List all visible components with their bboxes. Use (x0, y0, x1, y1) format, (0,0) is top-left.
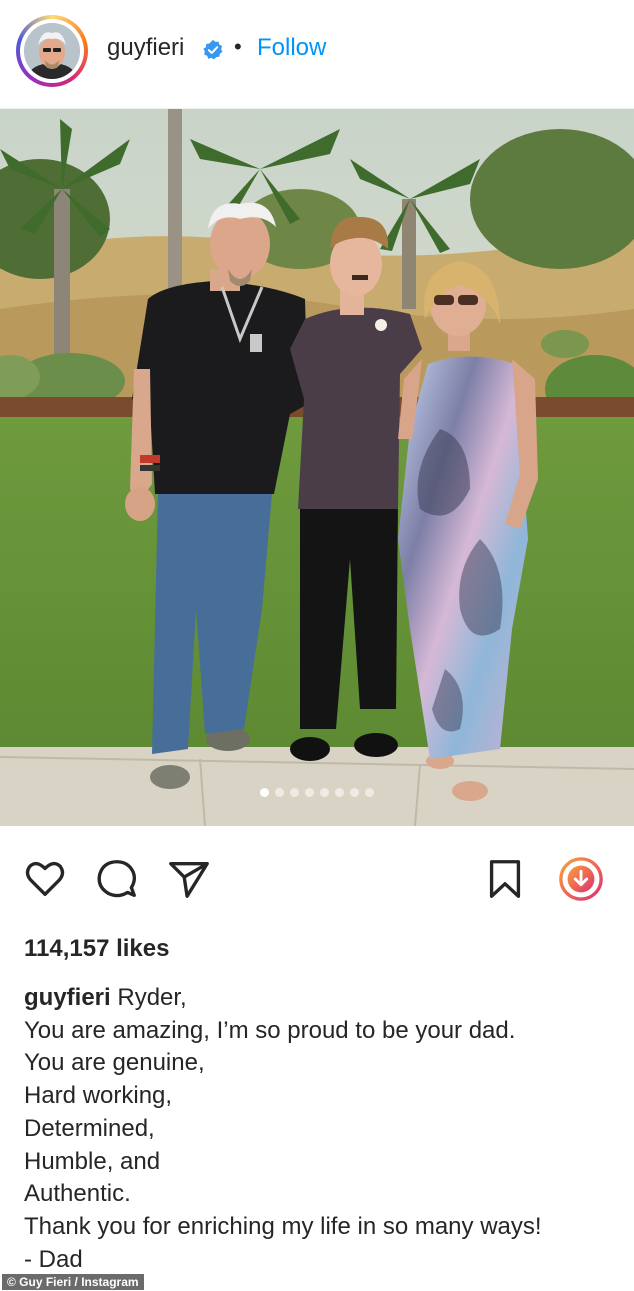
likes-count[interactable]: 114,157 likes (24, 935, 169, 963)
post-username[interactable]: guyfieri (107, 34, 184, 62)
caption-greeting: Ryder, (117, 984, 187, 1011)
caption-line: You are amazing, I’m so proud to be your… (24, 1016, 516, 1044)
caption-line: Determined, (24, 1114, 155, 1142)
carousel-dot[interactable] (320, 788, 329, 797)
photo-credit: © Guy Fieri / Instagram (2, 1274, 144, 1290)
carousel-dot[interactable] (335, 788, 344, 797)
comment-bubble-icon[interactable] (94, 856, 140, 902)
caption-first-line: guyfieri Ryder, (24, 982, 614, 1015)
download-circle-icon[interactable] (558, 856, 604, 902)
post-action-bar (0, 850, 634, 910)
avatar-photo (24, 23, 80, 79)
carousel-indicator[interactable] (0, 788, 634, 800)
caption-line: - Dad (24, 1245, 83, 1273)
carousel-dot[interactable] (305, 788, 314, 797)
header-separator: • (234, 34, 242, 59)
caption-line: Thank you for enriching my life in so ma… (24, 1212, 542, 1240)
profile-avatar[interactable] (16, 15, 88, 87)
carousel-dot[interactable] (290, 788, 299, 797)
carousel-dot[interactable] (275, 788, 284, 797)
bookmark-icon[interactable] (482, 856, 528, 902)
verified-badge-icon (203, 39, 223, 60)
caption-line: Authentic. (24, 1180, 131, 1208)
post-photo[interactable] (0, 109, 634, 826)
caption-line: Humble, and (24, 1147, 161, 1175)
caption-line: Hard working, (24, 1082, 173, 1110)
caption-line: You are genuine, (24, 1049, 205, 1077)
carousel-dot[interactable] (365, 788, 374, 797)
carousel-dot[interactable] (350, 788, 359, 797)
heart-icon[interactable] (22, 856, 68, 902)
follow-button[interactable]: Follow (257, 34, 326, 62)
caption-username[interactable]: guyfieri (24, 984, 111, 1011)
post-header: guyfieri • Follow (0, 0, 634, 109)
paper-plane-icon[interactable] (166, 856, 212, 902)
post-caption: guyfieri Ryder, You are amazing, I’m so … (24, 982, 614, 1276)
carousel-dot[interactable] (260, 788, 269, 797)
